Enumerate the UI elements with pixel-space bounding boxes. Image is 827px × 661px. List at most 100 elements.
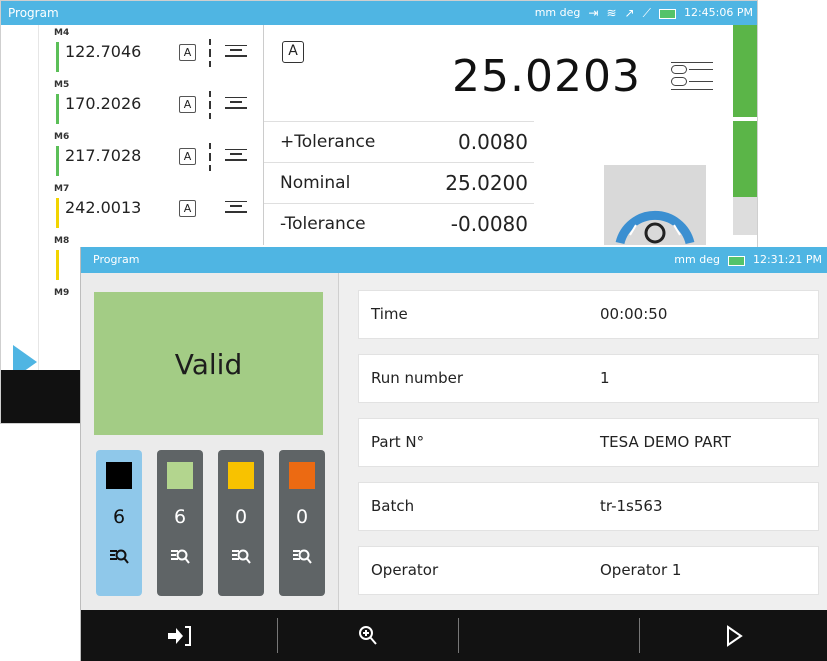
classification-counter[interactable]: 0 — [218, 450, 264, 596]
flatness-icon — [225, 45, 247, 57]
back-title-bar: Program mm deg ⇥ ≋ ↗ ⟋ 12:45:06 PM — [1, 1, 757, 25]
classification-counter[interactable]: 6 — [157, 450, 203, 596]
battery-icon — [658, 9, 676, 19]
empty-toolbar-slot — [459, 610, 639, 661]
measurement-label: M5 — [54, 80, 70, 90]
flatness-icon — [225, 97, 247, 109]
nominal-row: Nominal 25.0200 — [264, 162, 534, 203]
characteristic-box: A — [179, 96, 196, 113]
class-color-swatch — [289, 462, 315, 489]
play-button[interactable] — [640, 610, 827, 661]
status-green-middle — [733, 121, 757, 197]
zoom-in-icon — [359, 626, 377, 645]
status-bar — [56, 198, 59, 228]
plus-tolerance-label: +Tolerance — [280, 132, 376, 152]
measurement-row[interactable]: M5 170.2026 A — [45, 79, 260, 133]
status-green-top — [733, 25, 757, 117]
zoom-button[interactable] — [278, 610, 458, 661]
result-badge: Valid — [94, 292, 323, 435]
filter-zoom-icon[interactable] — [96, 547, 142, 570]
main-measurement-panel: A 25.0203 +Tolerance 0.0080 Nominal 25.0… — [263, 25, 729, 245]
info-row: Run number 1 — [358, 354, 819, 403]
measurement-value: 217.7028 — [65, 146, 142, 165]
info-row: Part N° TESA DEMO PART — [358, 418, 819, 467]
run-info-pane: Time 00:00:50 Run number 1 Part N° TESA DEMO … — [340, 273, 827, 610]
flatness-icon — [225, 149, 247, 161]
exit-button[interactable] — [81, 610, 277, 661]
plus-tolerance-row: +Tolerance 0.0080 — [264, 121, 534, 162]
tolerance-icon — [205, 39, 215, 67]
measurement-row[interactable]: M4 122.7046 A — [45, 27, 260, 81]
minus-tolerance-value: -0.0080 — [450, 212, 528, 236]
measurement-value: 122.7046 — [65, 42, 142, 61]
info-value: tr-1s563 — [600, 497, 663, 515]
play-icon — [727, 625, 743, 647]
info-label: Run number — [371, 369, 464, 387]
bottom-toolbar — [81, 610, 827, 661]
wireless-icon: ≋ — [606, 6, 617, 20]
info-label: Batch — [371, 497, 415, 515]
result-pane: Valid 6 6 0 0 — [81, 273, 339, 610]
main-value: 25.0203 — [452, 51, 641, 102]
clock: 12:31:21 PM — [752, 253, 822, 266]
status-bar — [56, 94, 59, 124]
back-title: Program — [8, 6, 59, 20]
characteristic-box: A — [179, 44, 196, 61]
plus-tolerance-value: 0.0080 — [458, 130, 528, 154]
info-label: Part N° — [371, 433, 425, 451]
front-program-window: Program mm deg 12:31:21 PM Valid 6 6 0 0 Ti… — [80, 247, 827, 661]
class-count: 0 — [295, 506, 309, 528]
back-status-area: mm deg ⇥ ≋ ↗ ⟋ 12:45:06 PM — [535, 1, 753, 25]
class-color-swatch — [106, 462, 132, 489]
measurement-label: M8 — [54, 236, 70, 246]
info-value: 1 — [600, 369, 610, 387]
class-count: 0 — [234, 506, 248, 528]
status-bar — [56, 146, 59, 176]
classification-counter[interactable]: 0 — [279, 450, 325, 596]
info-label: Operator — [371, 561, 439, 579]
measurement-value: 170.2026 — [65, 94, 142, 113]
class-count: 6 — [112, 506, 126, 528]
measurement-row[interactable]: M7 242.0013 A — [45, 183, 260, 237]
characteristic-box: A — [282, 41, 304, 63]
measurement-row[interactable]: M6 217.7028 A — [45, 131, 260, 185]
result-text: Valid — [174, 348, 243, 381]
filter-zoom-icon[interactable] — [157, 547, 203, 570]
class-color-swatch — [167, 462, 193, 489]
flatness-icon — [225, 201, 247, 213]
class-color-swatch — [228, 462, 254, 489]
nominal-value: 25.0200 — [445, 171, 528, 195]
measurement-label: M7 — [54, 184, 70, 194]
signal-icon: ↗ — [624, 6, 635, 20]
probe-icon: ⟋ — [642, 6, 651, 20]
info-row: Time 00:00:50 — [358, 290, 819, 339]
status-bar — [56, 42, 59, 72]
filter-zoom-icon[interactable] — [218, 547, 264, 570]
left-rail — [1, 25, 39, 379]
nominal-label: Nominal — [280, 173, 351, 193]
info-row: Batch tr-1s563 — [358, 482, 819, 531]
info-value: Operator 1 — [600, 561, 682, 579]
info-value: 00:00:50 — [600, 305, 668, 323]
info-row: Operator Operator 1 — [358, 546, 819, 595]
units-label: mm deg — [674, 253, 720, 266]
logout-icon[interactable]: ⇥ — [588, 1, 598, 25]
front-status-area: mm deg 12:31:21 PM — [674, 247, 822, 273]
gauge-panel — [604, 165, 706, 245]
info-label: Time — [371, 305, 408, 323]
filter-zoom-icon[interactable] — [279, 547, 325, 570]
clock: 12:45:06 PM — [683, 6, 753, 19]
status-gray — [733, 197, 757, 235]
enter-icon — [168, 626, 191, 646]
tolerance-icon — [205, 143, 215, 171]
characteristic-box: A — [179, 200, 196, 217]
measurement-label: M6 — [54, 132, 70, 142]
back-bottom-bar — [1, 370, 81, 423]
classification-counter[interactable]: 6 — [96, 450, 142, 596]
cylinder-symbol-icon — [671, 59, 713, 99]
front-title: Program — [93, 253, 140, 266]
tolerance-icon — [205, 91, 215, 119]
measurement-label: M4 — [54, 28, 70, 38]
characteristic-box: A — [179, 148, 196, 165]
tolerance-table: +Tolerance 0.0080 Nominal 25.0200 -Toler… — [264, 121, 534, 244]
